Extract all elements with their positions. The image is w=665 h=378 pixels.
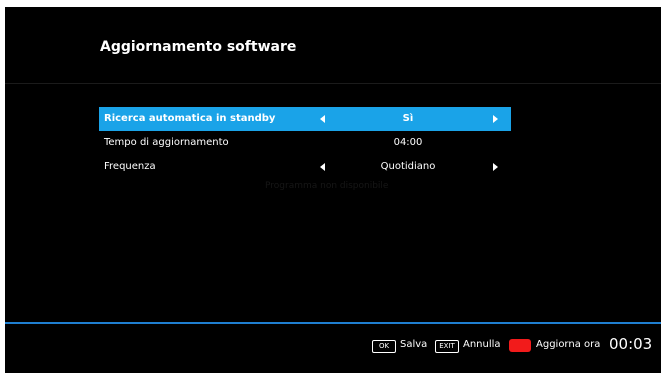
cancel-hint[interactable]: Annulla — [463, 339, 501, 350]
menu-item-frequency[interactable]: Frequenza Quotidiano — [99, 155, 511, 179]
arrow-left-icon[interactable] — [320, 115, 325, 123]
red-key-icon — [509, 339, 531, 352]
arrow-right-icon[interactable] — [493, 115, 498, 123]
settings-menu: Ricerca automatica in standby Sì Tempo d… — [99, 107, 511, 179]
menu-item-value: Quotidiano — [380, 161, 436, 172]
menu-item-label: Tempo di aggiornamento — [104, 137, 229, 148]
page-title: Aggiornamento software — [100, 39, 297, 55]
clock: 00:03 — [609, 335, 653, 353]
arrow-right-icon[interactable] — [493, 163, 498, 171]
menu-item-label: Ricerca automatica in standby — [104, 113, 276, 124]
save-hint[interactable]: Salva — [400, 339, 427, 350]
menu-item-auto-search-standby[interactable]: Ricerca automatica in standby Sì — [99, 107, 511, 131]
menu-item-value: Sì — [402, 113, 414, 124]
menu-item-update-time[interactable]: Tempo di aggiornamento 04:00 — [99, 131, 511, 155]
ok-key-icon: OK — [372, 340, 396, 353]
exit-key-icon: EXIT — [435, 340, 459, 353]
title-divider — [5, 83, 661, 84]
update-now-hint[interactable]: Aggiorna ora — [536, 339, 600, 350]
menu-item-value: 04:00 — [393, 137, 423, 148]
menu-item-label: Frequenza — [104, 161, 156, 172]
footer-bar: OK Salva EXIT Annulla Aggiorna ora 00:03 — [5, 324, 661, 373]
tv-screen: Aggiornamento software Programma non dis… — [5, 7, 661, 373]
background-program-text: Programma non disponibile — [265, 181, 389, 191]
arrow-left-icon[interactable] — [320, 163, 325, 171]
